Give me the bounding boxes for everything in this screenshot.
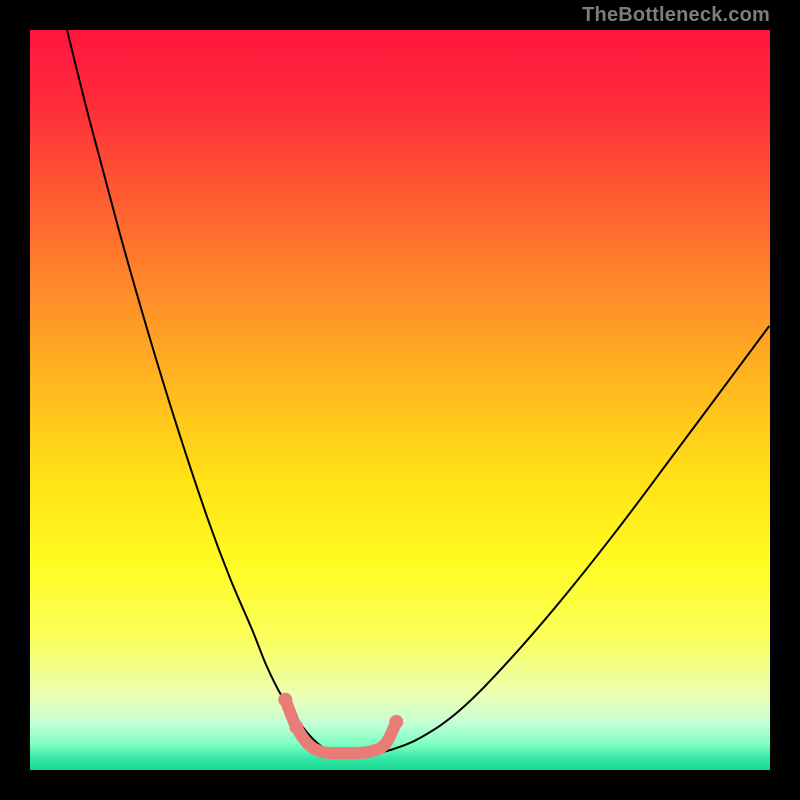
plot-area xyxy=(30,30,770,770)
marker-dot xyxy=(389,715,403,729)
curve-layer xyxy=(30,30,770,770)
watermark-text: TheBottleneck.com xyxy=(582,4,770,27)
chart-frame: TheBottleneck.com xyxy=(0,0,800,800)
marker-dot xyxy=(278,693,292,707)
marker-dot xyxy=(289,720,303,734)
series-bottleneck-curve xyxy=(67,30,769,754)
